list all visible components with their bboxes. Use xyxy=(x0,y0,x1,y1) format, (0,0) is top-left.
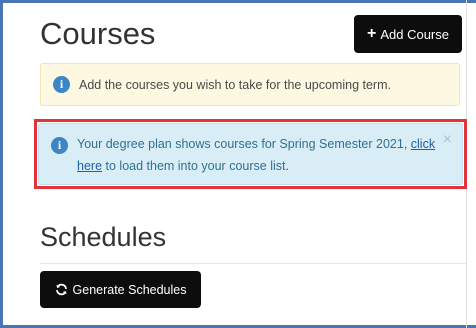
generate-schedules-button[interactable]: Generate Schedules xyxy=(40,271,201,308)
close-icon[interactable]: × xyxy=(443,132,452,148)
add-course-button[interactable]: + Add Course xyxy=(354,15,462,53)
add-courses-alert-text: Add the courses you wish to take for the… xyxy=(79,77,391,92)
add-courses-alert: i Add the courses you wish to take for t… xyxy=(40,63,460,106)
plus-icon: + xyxy=(367,25,377,42)
add-course-label: Add Course xyxy=(380,26,449,42)
degree-plan-text-after: to load them into your course list. xyxy=(105,159,289,173)
generate-schedules-label: Generate Schedules xyxy=(72,282,187,297)
info-icon: i xyxy=(51,137,68,154)
schedules-title: Schedules xyxy=(40,222,167,252)
degree-plan-text-before: Your degree plan shows courses for Sprin… xyxy=(77,137,408,151)
refresh-icon xyxy=(55,283,67,296)
info-icon: i xyxy=(53,76,70,93)
section-divider xyxy=(40,263,466,264)
degree-plan-alert-text: Your degree plan shows courses for Sprin… xyxy=(77,133,437,177)
page-title: Courses xyxy=(40,16,156,51)
degree-plan-alert: i Your degree plan shows courses for Spr… xyxy=(38,123,463,185)
